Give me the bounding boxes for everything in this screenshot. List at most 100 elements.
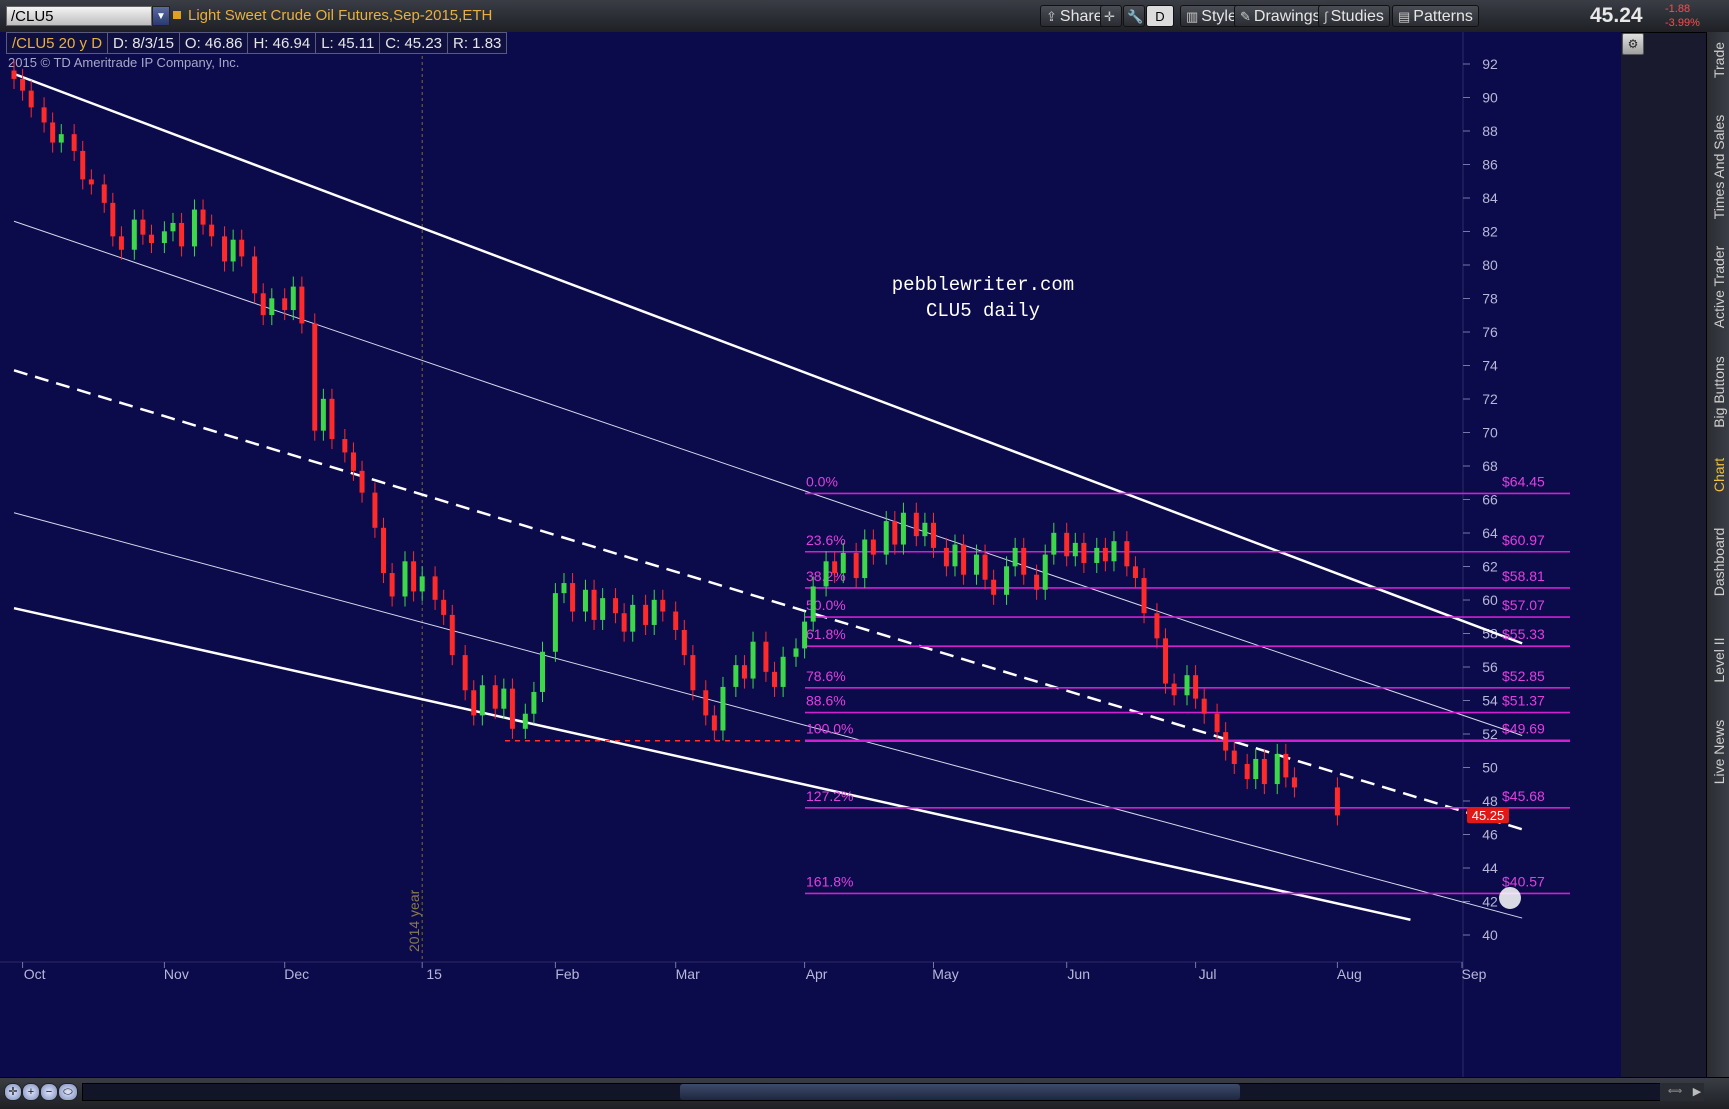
candle-body bbox=[509, 688, 515, 729]
period-button[interactable]: D bbox=[1146, 5, 1174, 27]
y-tick-label: 92 bbox=[1482, 56, 1498, 72]
candle-body bbox=[621, 613, 627, 632]
candle-body bbox=[750, 641, 756, 679]
tab-live-news[interactable]: Live News bbox=[1707, 702, 1729, 802]
price-chart[interactable]: 4042444648505254565860626466687072747678… bbox=[0, 32, 1621, 1077]
tab-active-trader[interactable]: Active Trader bbox=[1707, 232, 1729, 342]
candle-body bbox=[1261, 758, 1267, 785]
candle-body bbox=[1012, 547, 1018, 567]
candle-body bbox=[883, 521, 889, 555]
scrollbar-thumb[interactable] bbox=[680, 1084, 1240, 1100]
candle-body bbox=[110, 202, 116, 237]
fib-percent-label: 61.8% bbox=[806, 626, 846, 642]
tab-big-buttons[interactable]: Big Buttons bbox=[1707, 342, 1729, 442]
candle-body bbox=[1163, 638, 1169, 684]
candle-body bbox=[252, 256, 258, 294]
candle-body bbox=[381, 527, 387, 574]
x-tick-label: Apr bbox=[806, 966, 828, 982]
candle-body bbox=[88, 179, 94, 185]
fib-price-label: $40.57 bbox=[1502, 873, 1545, 889]
y-tick-label: 74 bbox=[1482, 358, 1498, 374]
zoom-out-icon[interactable]: − bbox=[40, 1083, 58, 1101]
candle-body bbox=[290, 286, 296, 311]
candle-body bbox=[58, 134, 64, 143]
symbol-dropdown-icon[interactable]: ▼ bbox=[152, 6, 170, 26]
candle-body bbox=[973, 554, 979, 575]
candle-body bbox=[1004, 566, 1010, 595]
midline-line bbox=[13, 369, 1523, 831]
fib-price-label: $58.81 bbox=[1502, 568, 1545, 584]
candle-body bbox=[161, 231, 167, 244]
patterns-button[interactable]: ▤ Patterns bbox=[1392, 5, 1479, 27]
tab-level-ii[interactable]: Level II bbox=[1707, 617, 1729, 702]
candle-body bbox=[50, 122, 56, 143]
candle-body bbox=[239, 239, 245, 257]
candle-body bbox=[329, 398, 335, 440]
top-toolbar: /CLU5 ▼ Light Sweet Crude Oil Futures,Se… bbox=[0, 0, 1729, 33]
candle-body bbox=[299, 286, 305, 324]
studies-button[interactable]: ∫ Studies bbox=[1318, 5, 1390, 27]
candle-body bbox=[913, 512, 919, 537]
fib-price-label: $55.33 bbox=[1502, 626, 1545, 642]
fib-price-label: $52.85 bbox=[1502, 668, 1545, 684]
candle-body bbox=[630, 604, 636, 632]
candle-body bbox=[411, 561, 417, 592]
candle-body bbox=[733, 665, 739, 687]
tab-chart[interactable]: Chart bbox=[1707, 442, 1729, 507]
x-tick-label: Oct bbox=[24, 966, 46, 982]
chart-area[interactable]: 40 42 44 46 48 50 52 54 56 58 60 62 64 66 68 70 72 74 76 78… bbox=[0, 32, 1621, 1077]
resize-handle-icon[interactable]: ⟺ bbox=[1660, 1083, 1690, 1101]
candle-body bbox=[1064, 532, 1070, 557]
wrench-tool-button[interactable]: 🔧 bbox=[1123, 5, 1145, 27]
drawings-button[interactable]: ✎ Drawings bbox=[1234, 5, 1327, 27]
zoom-in-icon[interactable]: + bbox=[22, 1083, 40, 1101]
share-icon: ⇪ bbox=[1046, 9, 1057, 24]
zoom-fit-icon[interactable]: ⬭ bbox=[58, 1083, 78, 1101]
ohlc-readout: /CLU5 20 y D D: 8/3/15 O: 46.86 H: 46.94… bbox=[6, 32, 508, 54]
candle-body bbox=[140, 219, 146, 235]
settings-icon: ⚙ bbox=[1627, 37, 1639, 51]
tab-times-and-sales[interactable]: Times And Sales bbox=[1707, 104, 1729, 229]
y-tick-label: 46 bbox=[1482, 827, 1498, 843]
watermark-subtitle: CLU5 daily bbox=[926, 300, 1040, 322]
candle-body bbox=[389, 573, 395, 597]
pencil-icon: ✎ bbox=[1240, 9, 1251, 24]
tab-dashboard[interactable]: Dashboard bbox=[1707, 507, 1729, 617]
candle-body bbox=[552, 593, 558, 652]
y-tick-label: 56 bbox=[1482, 659, 1498, 675]
tab-trade[interactable]: Trade bbox=[1707, 32, 1729, 87]
x-tick-label: Sep bbox=[1462, 966, 1487, 982]
candle-body bbox=[539, 651, 545, 692]
candle-body bbox=[269, 298, 275, 316]
fib-percent-label: 127.2% bbox=[806, 788, 853, 804]
chart-settings-button[interactable]: ⚙ bbox=[1622, 33, 1644, 55]
x-tick-label: Nov bbox=[164, 966, 189, 982]
pan-icon[interactable]: ✛ bbox=[4, 1083, 22, 1101]
candle-body bbox=[802, 621, 808, 649]
candle-body bbox=[651, 599, 657, 625]
x-tick-label: 15 bbox=[426, 966, 442, 982]
studies-icon: ∫ bbox=[1324, 9, 1328, 24]
share-button[interactable]: ⇪ Share bbox=[1040, 5, 1109, 27]
candle-body bbox=[892, 521, 898, 545]
patterns-icon: ▤ bbox=[1398, 9, 1411, 24]
y-tick-label: 42 bbox=[1482, 894, 1498, 910]
chart-symbol-label: /CLU5 20 y D bbox=[6, 32, 109, 54]
candle-body bbox=[870, 539, 876, 555]
candle-body bbox=[943, 547, 949, 567]
symbol-input[interactable]: /CLU5 bbox=[6, 6, 152, 26]
crosshair-tool-button[interactable]: ✛ bbox=[1100, 5, 1122, 27]
candle-body bbox=[170, 222, 176, 232]
y-tick-label: 62 bbox=[1482, 559, 1498, 575]
candle-body bbox=[209, 224, 215, 237]
candle-body bbox=[1141, 578, 1147, 614]
y-tick-label: 84 bbox=[1482, 190, 1498, 206]
candle-body bbox=[479, 685, 485, 716]
candle-body bbox=[1072, 542, 1078, 557]
candle-body bbox=[991, 579, 997, 595]
candle-body bbox=[600, 598, 606, 620]
fib-price-label: $51.37 bbox=[1502, 693, 1545, 709]
candle-body bbox=[1253, 758, 1259, 780]
candle-body bbox=[982, 554, 988, 580]
scroll-right-icon[interactable]: ▶ bbox=[1690, 1083, 1704, 1101]
